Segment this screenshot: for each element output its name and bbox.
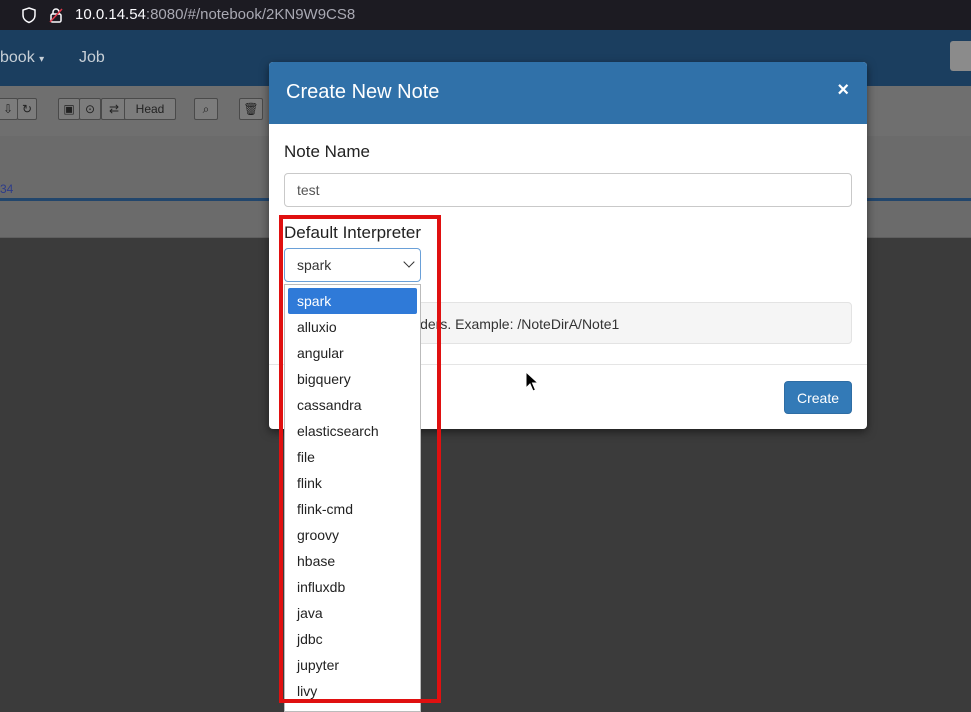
mouse-cursor-icon [525, 371, 539, 392]
dropdown-option[interactable]: flink [288, 470, 417, 496]
interpreter-select-value: spark [297, 257, 332, 273]
dropdown-option[interactable]: flink-cmd [288, 496, 417, 522]
trash-icon[interactable]: 🗑 [239, 98, 263, 120]
dropdown-option[interactable]: jdbc [288, 626, 417, 652]
shield-icon [22, 7, 36, 24]
url-path: :8080/#/notebook/2KN9W9CS8 [145, 6, 356, 23]
dropdown-option[interactable]: groovy [288, 522, 417, 548]
dropdown-option[interactable]: jupyter [288, 652, 417, 678]
dropdown-option[interactable]: md [288, 704, 417, 711]
navbar-search-input[interactable] [950, 41, 971, 71]
dropdown-option[interactable]: influxdb [288, 574, 417, 600]
modal-header: Create New Note × [269, 62, 867, 124]
modal-title: Create New Note [286, 81, 440, 103]
interpreter-dropdown-list: spark alluxio angular bigquery cassandra… [284, 284, 421, 712]
nav-notebook-menu[interactable]: book ▾ [0, 49, 44, 67]
head-button[interactable]: Head [124, 98, 176, 120]
search-icon[interactable]: ⌕ [194, 98, 218, 120]
lock-icon [49, 8, 63, 23]
dropdown-option[interactable]: cassandra [288, 392, 417, 418]
dropdown-option[interactable]: spark [288, 288, 417, 314]
export-icon[interactable]: ⇩ [0, 98, 18, 120]
paragraph-number: 34 [0, 182, 14, 196]
caret-down-icon: ▾ [39, 54, 45, 65]
dropdown-option[interactable]: livy [288, 678, 417, 704]
run-icon[interactable]: ⊙ [79, 98, 101, 120]
url-host: 10.0.14.54 [75, 6, 146, 23]
note-name-input[interactable]: test [284, 173, 852, 207]
dropdown-option[interactable]: elasticsearch [288, 418, 417, 444]
note-name-label: Note Name [284, 142, 370, 161]
dropdown-option[interactable]: alluxio [288, 314, 417, 340]
dropdown-option[interactable]: java [288, 600, 417, 626]
nav-notebook-label: book [0, 49, 35, 66]
dropdown-option[interactable]: angular [288, 340, 417, 366]
create-button[interactable]: Create [784, 381, 852, 414]
hint-text: lders. Example: /NoteDirA/Note1 [417, 316, 620, 332]
nav-job-link[interactable]: Job [79, 49, 105, 67]
code-icon[interactable]: ▣ [58, 98, 80, 120]
refresh-icon[interactable]: ↻ [17, 98, 37, 120]
interpreter-select[interactable]: spark [284, 248, 421, 282]
close-icon[interactable]: × [837, 80, 849, 100]
browser-url-bar[interactable]: 10.0.14.54:8080/#/notebook/2KN9W9CS8 [0, 0, 971, 30]
url-text[interactable]: 10.0.14.54:8080/#/notebook/2KN9W9CS8 [75, 6, 355, 23]
default-interpreter-label: Default Interpreter [284, 223, 422, 242]
dropdown-option[interactable]: bigquery [288, 366, 417, 392]
chevron-down-icon [403, 256, 415, 268]
dropdown-option[interactable]: file [288, 444, 417, 470]
dropdown-option[interactable]: hbase [288, 548, 417, 574]
